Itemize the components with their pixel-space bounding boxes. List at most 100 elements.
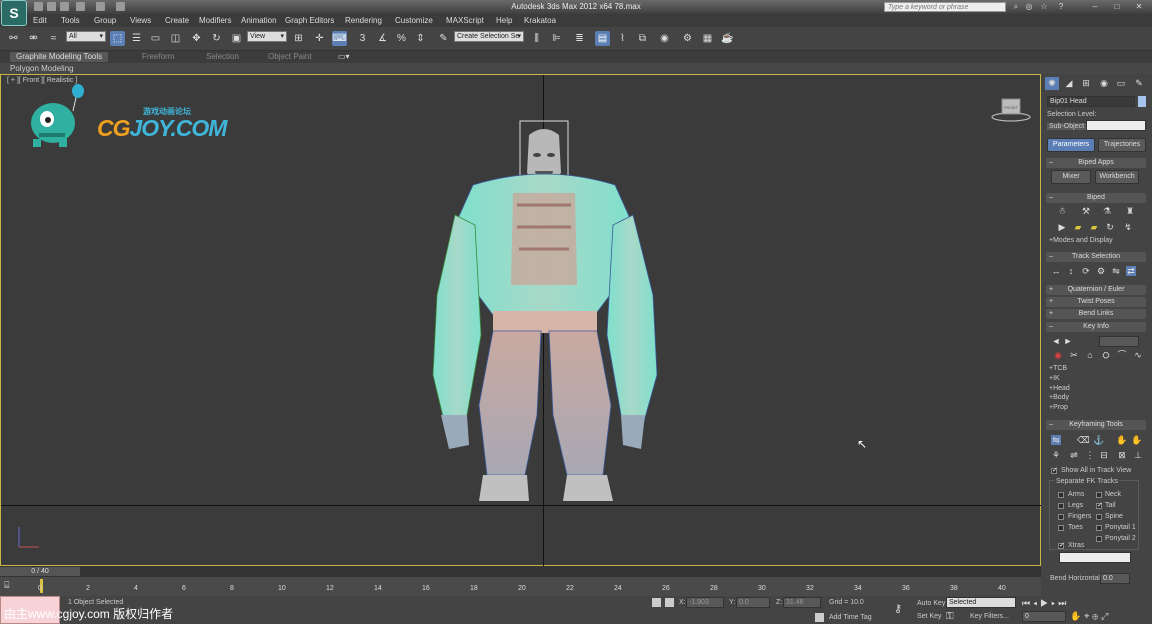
lock-selection-icon[interactable] [652,598,661,607]
track-bar[interactable]: ⌸ 0 2 4 6 8 10 12 14 16 18 20 22 24 26 28 30 32 34 36 38 40 [0,577,1041,596]
fingers-checkbox[interactable] [1058,514,1064,520]
time-slider-thumb[interactable]: 0 / 40 [0,567,80,576]
search-input[interactable]: Type a keyword or phrase [884,2,1006,12]
sub-object-button[interactable]: Sub-Object [1047,123,1087,130]
menu-maxscript[interactable]: MAXScript [446,16,484,25]
viewport-navigation-controls[interactable]: ✋⌖⊕⤢ [1070,611,1150,623]
polygon-modeling-label[interactable]: Polygon Modeling [10,64,74,73]
track-selection-rollout[interactable]: Track Selection [1046,252,1146,262]
scale-icon[interactable]: ▣ [229,31,244,46]
material-editor-icon[interactable]: ◉ [657,31,672,46]
menu-customize[interactable]: Customize [395,16,433,25]
mixer-button[interactable]: Mixer [1051,170,1091,184]
body-vertical-icon[interactable]: ↕ [1066,266,1076,276]
mini-curve-editor-icon[interactable]: ⌸ [4,580,18,592]
body-horizontal-icon[interactable]: ↔ [1051,266,1061,276]
window-crossing-icon[interactable]: ◫ [168,31,183,46]
key-options-icon[interactable]: ⊥ [1133,450,1143,460]
selection-filter-dropdown[interactable]: All [66,31,106,42]
modes-display-label[interactable]: +Modes and Display [1049,237,1113,244]
tab-object-paint[interactable]: Object Paint [268,52,312,62]
close-icon[interactable]: ✕ [1134,2,1144,12]
render-setup-icon[interactable]: ⚙ [680,31,695,46]
search-icon[interactable]: ⌕ [1011,2,1021,12]
modify-tab-icon[interactable]: ◢ [1062,77,1076,90]
bend-links-rollout[interactable]: Bend Links [1046,309,1146,319]
trajectory-icon[interactable]: ⋮ [1085,450,1095,460]
ribbon-options-icon[interactable]: ▭▾ [338,52,350,62]
align-icon[interactable]: ⊫ [549,31,564,46]
body-section[interactable]: +Body [1049,394,1069,401]
edit-named-selection-icon[interactable]: ✎ [436,31,451,46]
move-all-mode-icon[interactable]: ↯ [1123,222,1133,232]
trajectories-button[interactable]: Trajectories [1098,138,1146,152]
toes-checkbox[interactable] [1058,525,1064,531]
move-icon[interactable]: ✥ [189,31,204,46]
set-free-key-icon[interactable]: ⛭ [1101,350,1111,360]
select-manipulate-icon[interactable]: ✛ [312,31,327,46]
load-file-icon[interactable]: ▰ [1073,222,1083,232]
rendered-frame-window-icon[interactable]: ▦ [700,31,715,46]
playback-controls[interactable]: ⏮◂▶▸⏭ [1022,598,1152,610]
menu-tools[interactable]: Tools [61,16,80,25]
keyframing-tools-rollout[interactable]: Keyframing Tools [1046,420,1146,430]
ik-mode-icon[interactable]: ⇋ [1051,435,1061,445]
key-icon[interactable]: ⚿ [946,611,962,622]
maximize-icon[interactable]: □ [1112,2,1122,12]
previous-key-icon[interactable]: ◄ [1051,336,1061,346]
sub-object-dropdown[interactable] [1086,120,1146,131]
z-field[interactable]: 31.46 [783,597,821,608]
key-set-dropdown[interactable]: Selected [946,597,1016,608]
x-field[interactable]: -1.903 [686,597,724,608]
help-icon[interactable]: ? [1056,2,1066,12]
key-info-rollout[interactable]: Key Info [1046,322,1146,332]
symmetrical-icon[interactable]: ⇋ [1111,266,1121,276]
spine-checkbox[interactable] [1096,514,1102,520]
ik-section[interactable]: +IK [1049,375,1060,382]
subscription-icon[interactable]: ◎ [1024,2,1034,12]
convert-icon[interactable]: ↻ [1105,222,1115,232]
select-object-icon[interactable]: ⬚ [110,31,125,46]
menu-views[interactable]: Views [130,16,151,25]
menu-graph-editors[interactable]: Graph Editors [285,16,334,25]
display-tab-icon[interactable]: ▭ [1114,77,1128,90]
workbench-button[interactable]: Workbench [1095,170,1139,184]
curve-icon[interactable]: ∿ [1133,350,1143,360]
create-tab-icon[interactable]: ✺ [1045,77,1059,90]
current-frame-field[interactable]: 0 [1022,611,1066,622]
snaps-toggle-icon[interactable]: 3 [355,31,370,46]
mirror-icon[interactable]: ⫼ [529,31,544,46]
show-all-track-view-checkbox[interactable] [1051,466,1058,474]
clear-selected-tracks-icon[interactable]: ⌫ [1077,435,1090,445]
biped-playback-icon[interactable]: ▶ [1057,222,1067,232]
curve-editor-icon[interactable]: ⌇ [615,31,630,46]
tab-graphite-modeling-tools[interactable]: Graphite Modeling Tools [10,52,109,62]
y-field[interactable]: 0.0 [736,597,770,608]
tab-freeform[interactable]: Freeform [142,52,174,62]
select-by-name-icon[interactable]: ☰ [129,31,144,46]
unlink-icon[interactable]: ⚮ [26,31,41,46]
time-slider[interactable] [0,566,1041,577]
selection-region-icon[interactable]: ▭ [148,31,163,46]
set-key-icon[interactable]: ◉ [1053,350,1063,360]
graphite-toggle-icon[interactable]: ▤ [595,31,610,46]
percent-snap-icon[interactable]: % [394,31,409,46]
key-mode-icon[interactable]: ⚷ [894,602,902,615]
twist-poses-rollout[interactable]: Twist Poses [1046,297,1146,307]
tcb-section[interactable]: +TCB [1049,365,1067,372]
manipulate-icon[interactable]: ⚘ [1051,450,1061,460]
lock-cog-icon[interactable]: ⚙ [1096,266,1106,276]
menu-animation[interactable]: Animation [241,16,277,25]
bend-horizontal-field[interactable]: 0.0 [1100,573,1130,584]
motion-tab-icon[interactable]: ◉ [1097,77,1111,90]
spinner-snap-icon[interactable]: ⇕ [413,31,428,46]
rotate-icon[interactable]: ↻ [209,31,224,46]
time-tag-icon[interactable] [815,613,824,622]
collapse-icon[interactable]: ⊟ [1099,450,1109,460]
utilities-tab-icon[interactable]: ✎ [1132,77,1146,90]
opposite-icon[interactable]: ⇄ [1126,266,1136,276]
auto-key-button[interactable]: Auto Key [917,600,945,607]
viewcube-icon[interactable]: FRONT [991,97,1031,123]
prop-section[interactable]: +Prop [1049,404,1068,411]
xtras-checkbox[interactable] [1058,541,1065,549]
